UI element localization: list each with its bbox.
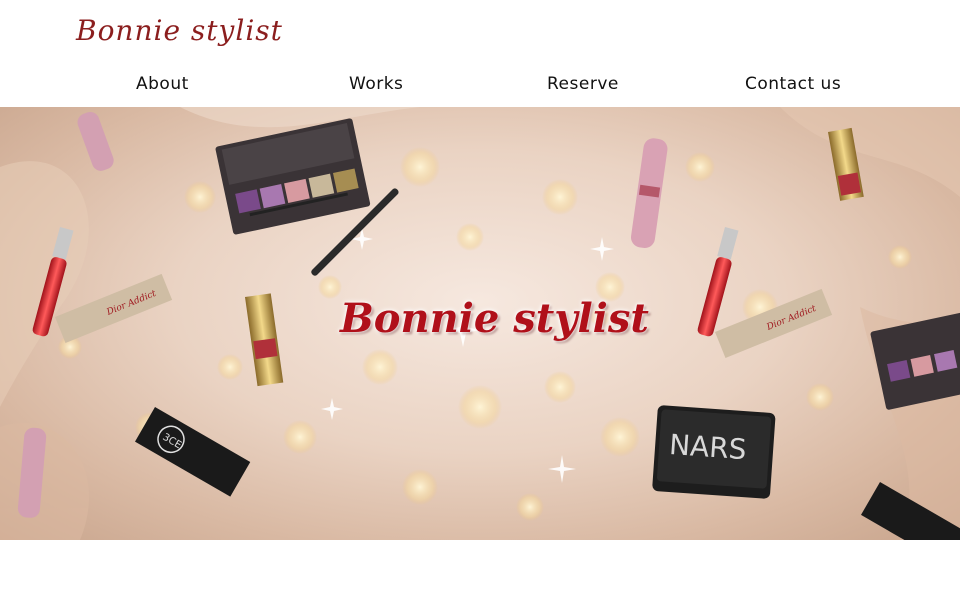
- bokeh-light: [544, 371, 576, 403]
- lip-gloss-right: [697, 227, 739, 337]
- bokeh-light: [806, 383, 834, 411]
- lipstick-pink-topleft: [77, 112, 114, 171]
- below-hero-area: [0, 540, 960, 600]
- nav-contact-us[interactable]: Contact us: [745, 74, 841, 94]
- bokeh-light: [217, 354, 243, 380]
- site-logo[interactable]: Bonnie stylist: [76, 14, 283, 47]
- bokeh-light: [283, 420, 317, 454]
- bokeh-light: [184, 181, 216, 213]
- sparkle: [590, 237, 614, 261]
- lipstick-gold-left: [244, 293, 284, 387]
- bokeh-light: [318, 275, 342, 299]
- lipstick-pink-top: [630, 138, 668, 248]
- site-header: Bonnie stylist About Works Reserve Conta…: [0, 0, 960, 107]
- bokeh-light: [888, 245, 912, 269]
- bokeh-light: [400, 147, 440, 187]
- eyeshadow-palette: [215, 118, 371, 235]
- bokeh-light: [685, 152, 715, 182]
- nars-compact-label: NARS: [668, 428, 747, 466]
- sparkle: [548, 455, 576, 483]
- nars-compact: NARS: [652, 405, 776, 499]
- bokeh-light: [402, 469, 438, 505]
- bokeh-light: [458, 385, 502, 429]
- nav-reserve[interactable]: Reserve: [547, 74, 619, 94]
- hero-title: Bonnie stylist: [340, 295, 649, 342]
- lipstick-3ce: 3CE: [135, 407, 251, 497]
- bokeh-light: [456, 223, 484, 251]
- bokeh-light: [516, 493, 544, 521]
- bokeh-light: [362, 349, 398, 385]
- bokeh-light: [542, 179, 578, 215]
- sparkles: [321, 228, 614, 483]
- nav-about[interactable]: About: [136, 74, 189, 94]
- sparkle: [321, 398, 343, 420]
- bokeh-light: [600, 417, 640, 457]
- main-nav: About Works Reserve Contact us: [0, 74, 960, 104]
- hero-banner: Dior Addict Dior Addict 3CE NARS Bonnie …: [0, 107, 960, 540]
- nav-works[interactable]: Works: [349, 74, 403, 94]
